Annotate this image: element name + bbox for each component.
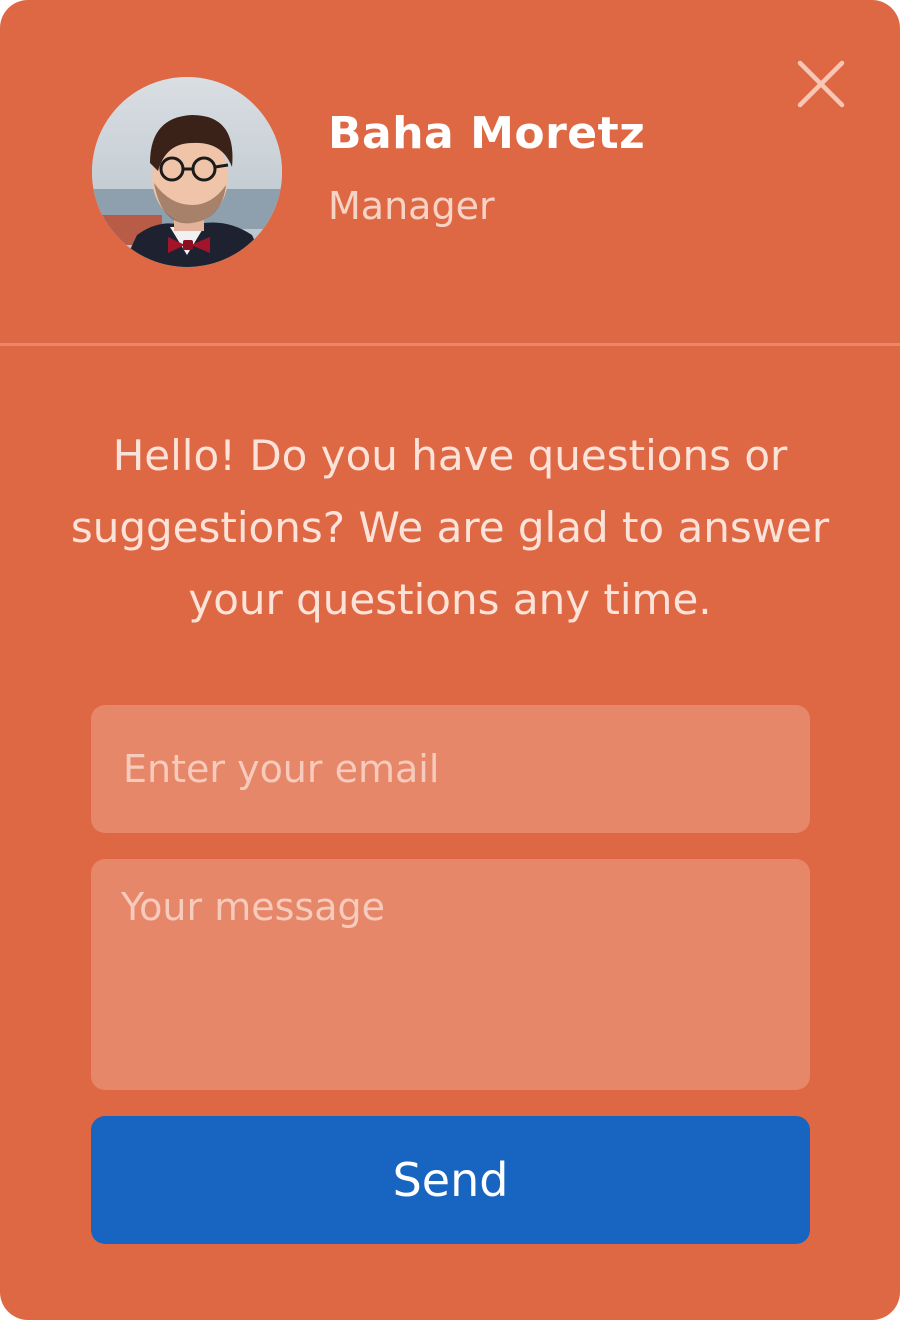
contact-role: Manager xyxy=(328,184,495,228)
header-divider xyxy=(0,343,900,346)
contact-widget: Baha Moretz Manager Hello! Do you have q… xyxy=(0,0,900,1320)
widget-header: Baha Moretz Manager xyxy=(0,0,900,344)
send-button[interactable]: Send xyxy=(91,1116,810,1244)
contact-name: Baha Moretz xyxy=(328,108,646,159)
close-icon[interactable] xyxy=(792,55,850,113)
avatar-photo-icon xyxy=(92,77,282,267)
message-input[interactable] xyxy=(91,859,810,1090)
greeting-text: Hello! Do you have questions or suggesti… xyxy=(70,431,830,624)
email-input[interactable] xyxy=(91,705,810,833)
avatar xyxy=(92,77,282,267)
